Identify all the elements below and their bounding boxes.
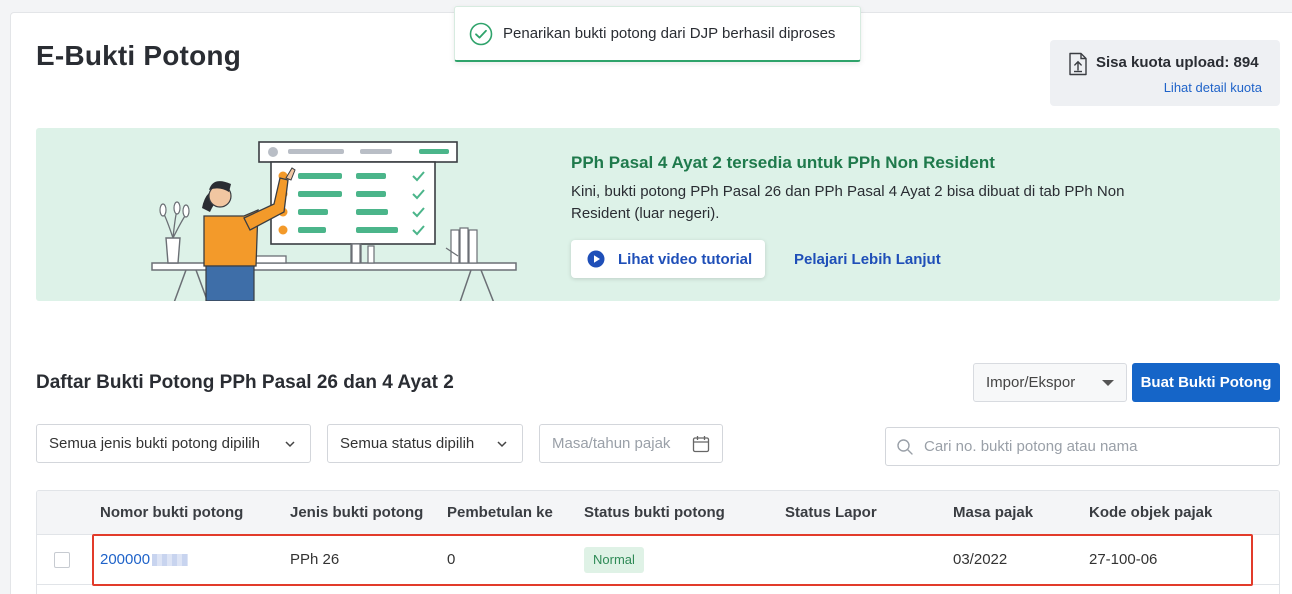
type-filter-value: Semua jenis bukti potong dipilih [49, 435, 260, 452]
learn-more-link[interactable]: Pelajari Lebih Lanjut [794, 251, 941, 268]
quota-detail-link[interactable]: Lihat detail kuota [1164, 80, 1262, 95]
create-withholding-button[interactable]: Buat Bukti Potong [1132, 363, 1280, 402]
section-title: Daftar Bukti Potong PPh Pasal 26 dan 4 A… [36, 372, 454, 393]
type-filter-select[interactable]: Semua jenis bukti potong dipilih [36, 424, 311, 463]
header-type: Jenis bukti potong [290, 504, 424, 521]
header-revision: Pembetulan ke [447, 504, 553, 521]
header-tax-code: Kode objek pajak [1089, 504, 1213, 521]
video-tutorial-button[interactable]: Lihat video tutorial [571, 240, 765, 278]
banner-description: Kini, bukti potong PPh Pasal 26 dan PPh … [571, 183, 1125, 222]
cell-tax-code: 27-100-06 [1089, 551, 1158, 568]
banner-title: PPh Pasal 4 Ayat 2 tersedia untuk PPh No… [571, 153, 995, 172]
video-tutorial-label: Lihat video tutorial [618, 250, 753, 268]
import-export-label: Impor/Ekspor [986, 374, 1076, 391]
calendar-icon [692, 436, 710, 453]
search-icon [897, 439, 913, 455]
chevron-down-icon [497, 441, 507, 448]
withholding-table: Nomor bukti potong Jenis bukti potong Pe… [36, 490, 1280, 594]
chevron-down-icon [285, 441, 295, 448]
period-filter-input[interactable]: Masa/tahun pajak [539, 424, 723, 463]
import-export-dropdown[interactable]: Impor/Ekspor [973, 363, 1127, 402]
status-filter-value: Semua status dipilih [340, 435, 475, 452]
upload-file-icon [1069, 52, 1087, 76]
check-circle-icon [469, 22, 493, 45]
header-number: Nomor bukti potong [100, 504, 244, 521]
quota-label: Sisa kuota upload: 894 [1096, 54, 1259, 71]
cell-period: 03/2022 [953, 551, 1008, 568]
redacted-digits [152, 554, 189, 567]
table-row[interactable]: 200000 PPh 26 0 Normal 03/2022 27-100-06 [37, 535, 1279, 585]
header-period: Masa pajak [953, 504, 1034, 521]
cell-type: PPh 26 [290, 551, 340, 568]
page-title: E-Bukti Potong [36, 40, 241, 71]
caret-down-icon [1102, 380, 1114, 386]
period-placeholder: Masa/tahun pajak [552, 435, 671, 452]
withholding-number: 200000 [100, 551, 151, 568]
search-box [885, 427, 1280, 466]
info-banner: PPh Pasal 4 Ayat 2 tersedia untuk PPh No… [36, 128, 1280, 301]
cell-revision: 0 [447, 551, 456, 568]
play-icon [587, 250, 605, 268]
header-report-status: Status Lapor [785, 504, 877, 521]
status-badge: Normal [584, 547, 644, 573]
presentation-illustration [151, 141, 517, 301]
header-status: Status bukti potong [584, 504, 725, 521]
toast-message: Penarikan bukti potong dari DJP berhasil… [503, 25, 836, 42]
table-header: Nomor bukti potong Jenis bukti potong Pe… [37, 491, 1279, 535]
withholding-number-link[interactable]: 200000 [100, 551, 189, 568]
success-toast: Penarikan bukti potong dari DJP berhasil… [454, 6, 861, 62]
status-filter-select[interactable]: Semua status dipilih [327, 424, 523, 463]
search-input[interactable] [924, 428, 1274, 465]
row-checkbox[interactable] [54, 552, 70, 568]
quota-panel: Sisa kuota upload: 894 Lihat detail kuot… [1050, 40, 1280, 106]
